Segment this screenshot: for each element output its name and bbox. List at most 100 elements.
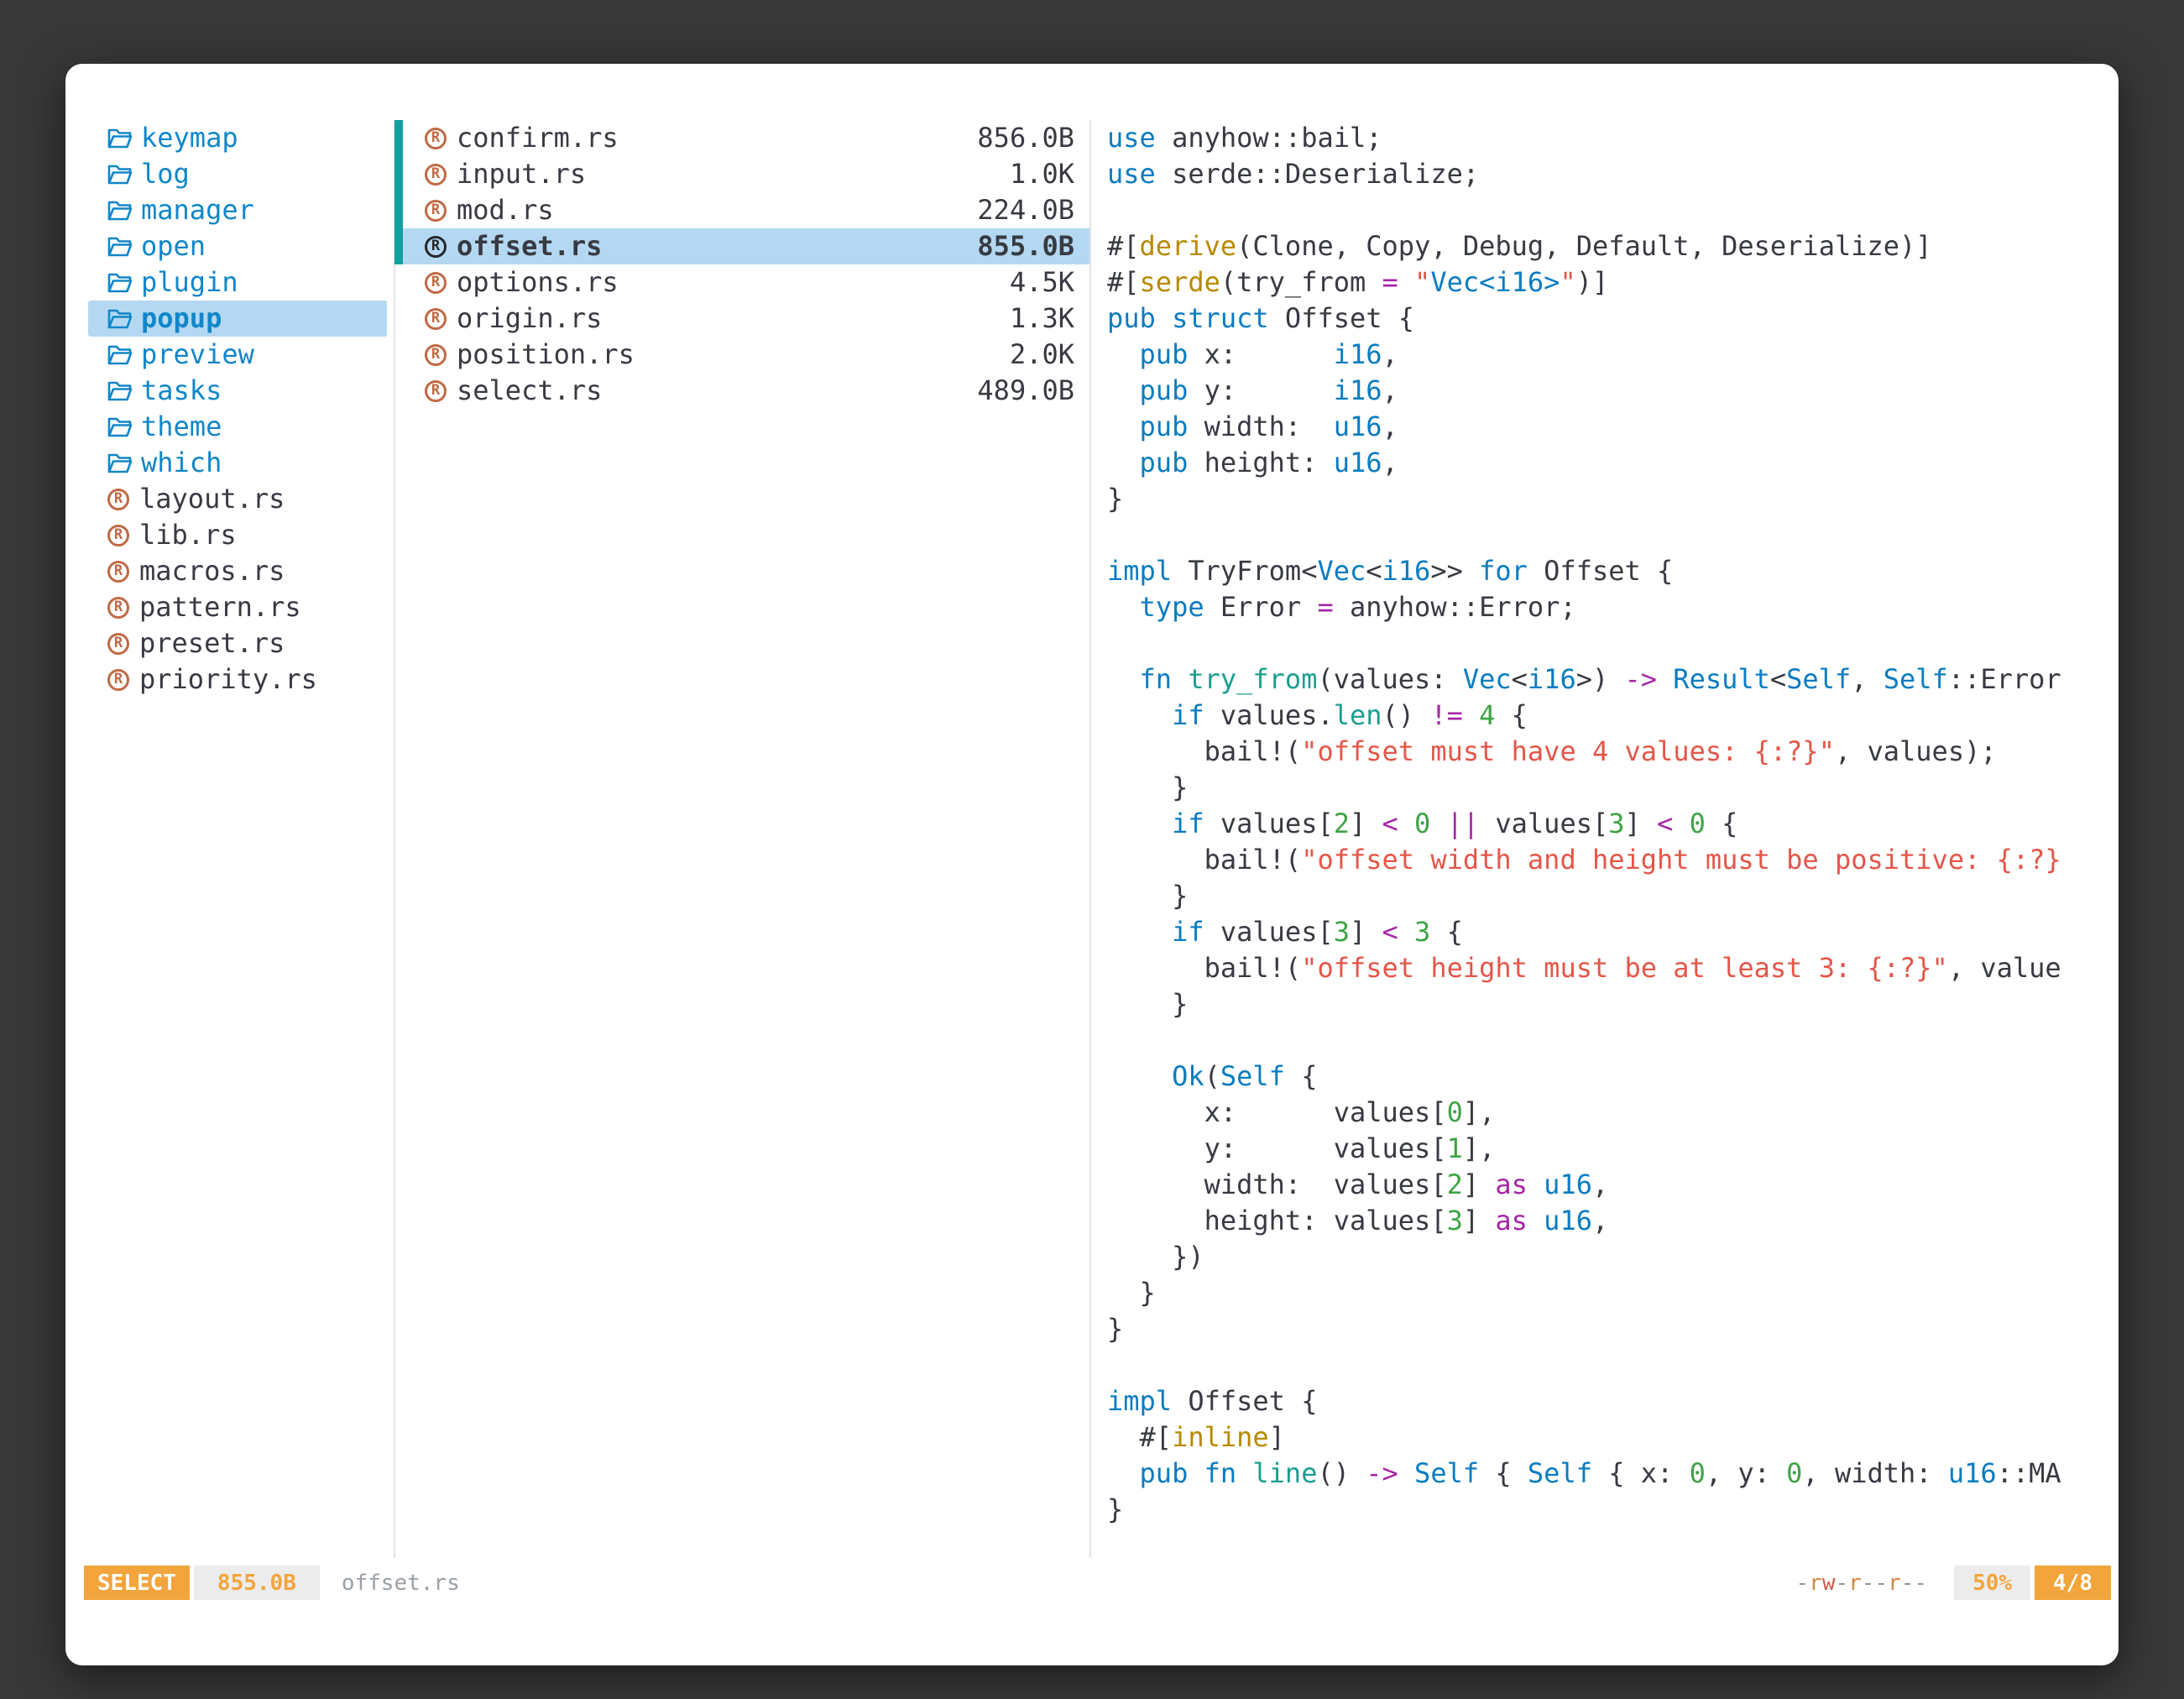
file-name: select.rs xyxy=(457,373,602,409)
selected-file-size-badge: 855.0B xyxy=(194,1566,320,1600)
file-size: 4.5K xyxy=(1010,264,1074,301)
file-item-offset.rs[interactable]: Roffset.rs855.0B xyxy=(394,228,1090,264)
file-item-confirm.rs[interactable]: Rconfirm.rs 856.0B xyxy=(394,120,1090,156)
rust-file-icon: R xyxy=(425,272,447,294)
dir-item-keymap[interactable]: keymap xyxy=(65,120,394,156)
rust-file-icon: R xyxy=(425,344,447,366)
item-label: pattern.rs xyxy=(139,589,301,625)
rust-file-icon: R xyxy=(107,597,129,619)
file-item-macros.rs[interactable]: Rmacros.rs xyxy=(65,553,394,589)
rust-file-icon: R xyxy=(425,308,447,330)
mode-badge: SELECT xyxy=(84,1566,190,1600)
file-size: 856.0B xyxy=(977,120,1074,156)
status-bar: SELECT 855.0B offset.rs -rw-r--r-- 50% 4… xyxy=(65,1566,2119,1600)
file-name: options.rs xyxy=(457,264,619,301)
code-line: width: values[2] as u16, xyxy=(1107,1167,2119,1203)
item-label: lib.rs xyxy=(139,517,237,553)
folder-icon xyxy=(107,128,133,149)
file-item-pattern.rs[interactable]: Rpattern.rs xyxy=(65,589,394,625)
file-item-lib.rs[interactable]: Rlib.rs xyxy=(65,517,394,553)
file-item-origin.rs[interactable]: Rorigin.rs1.3K xyxy=(394,301,1090,337)
folder-icon xyxy=(107,236,133,258)
dir-item-theme[interactable]: theme xyxy=(65,409,394,445)
code-line: bail!("offset height must be at least 3:… xyxy=(1107,950,2119,986)
code-line: bail!("offset must have 4 values: {:?}",… xyxy=(1107,734,2119,770)
item-label: plugin xyxy=(141,264,238,301)
status-bar-right: -rw-r--r-- 50% 4/8 xyxy=(1796,1566,2112,1600)
dir-item-open[interactable]: open xyxy=(65,228,394,264)
dir-item-log[interactable]: log xyxy=(65,156,394,192)
file-item-priority.rs[interactable]: Rpriority.rs xyxy=(65,661,394,698)
folder-icon xyxy=(107,416,133,438)
rust-file-icon: R xyxy=(425,380,447,402)
item-label: keymap xyxy=(141,120,238,156)
code-line: x: values[0], xyxy=(1107,1095,2119,1131)
code-line: pub y: i16, xyxy=(1107,373,2119,409)
folder-icon xyxy=(107,380,133,402)
file-item-input.rs[interactable]: Rinput.rs1.0K xyxy=(394,156,1090,192)
code-line: pub struct Offset { xyxy=(1107,301,2119,337)
file-name: position.rs xyxy=(457,337,635,373)
selection-marker xyxy=(394,192,403,228)
code-line: height: values[3] as u16, xyxy=(1107,1203,2119,1239)
dir-item-tasks[interactable]: tasks xyxy=(65,373,394,409)
item-label: which xyxy=(141,445,222,481)
code-line: #[derive(Clone, Copy, Debug, Default, De… xyxy=(1107,228,2119,264)
item-label: priority.rs xyxy=(139,661,317,698)
rust-file-icon: R xyxy=(425,128,447,149)
code-line xyxy=(1107,192,2119,228)
code-line: Ok(Self { xyxy=(1107,1059,2119,1095)
folder-icon xyxy=(107,200,133,222)
current-directory-pane: Rconfirm.rs 856.0BRinput.rs1.0KRmod.rs224… xyxy=(394,120,1090,409)
dir-item-plugin[interactable]: plugin xyxy=(65,264,394,301)
rust-file-icon: R xyxy=(425,164,447,186)
code-line: pub x: i16, xyxy=(1107,337,2119,373)
file-name: confirm.rs xyxy=(457,120,619,156)
item-label: preset.rs xyxy=(139,625,285,661)
dir-item-manager[interactable]: manager xyxy=(65,192,394,228)
file-item-options.rs[interactable]: Roptions.rs 4.5K xyxy=(394,264,1090,301)
file-name: input.rs xyxy=(457,156,586,192)
code-line: if values[2] < 0 || values[3] < 0 { xyxy=(1107,806,2119,842)
file-item-mod.rs[interactable]: Rmod.rs224.0B xyxy=(394,192,1090,228)
folder-icon xyxy=(107,308,133,330)
file-name: origin.rs xyxy=(457,301,602,337)
cursor-position-badge: 4/8 xyxy=(2035,1566,2111,1600)
file-name: mod.rs xyxy=(457,192,554,228)
dir-item-preview[interactable]: preview xyxy=(65,337,394,373)
item-label: log xyxy=(141,156,190,192)
selection-marker xyxy=(394,120,403,156)
code-line: if values[3] < 3 { xyxy=(1107,914,2119,950)
rust-file-icon: R xyxy=(107,669,129,691)
file-item-select.rs[interactable]: Rselect.rs 489.0B xyxy=(394,373,1090,409)
item-label: macros.rs xyxy=(139,553,285,589)
dir-item-which[interactable]: which xyxy=(65,445,394,481)
code-line: bail!("offset width and height must be p… xyxy=(1107,842,2119,878)
file-size: 489.0B xyxy=(977,373,1074,409)
code-line: } xyxy=(1107,986,2119,1022)
selection-marker xyxy=(394,228,403,264)
file-preview-pane: use anyhow::bail;use serde::Deserialize;… xyxy=(1090,120,2119,1558)
file-manager-window: keymaplogmanageropenpluginpopuppreviewta… xyxy=(65,64,2119,1665)
file-item-layout.rs[interactable]: Rlayout.rs xyxy=(65,481,394,517)
rust-file-icon: R xyxy=(107,489,129,510)
item-label: preview xyxy=(141,337,254,373)
dir-item-popup[interactable]: popup xyxy=(88,301,387,337)
rust-file-icon: R xyxy=(107,561,129,583)
file-size: 2.0K xyxy=(1010,337,1074,373)
hovered-file-name: offset.rs xyxy=(342,1571,460,1596)
file-name: offset.rs xyxy=(457,228,602,264)
rust-file-icon: R xyxy=(107,525,129,546)
code-line: } xyxy=(1107,1492,2119,1528)
file-item-position.rs[interactable]: Rposition.rs 2.0K xyxy=(394,337,1090,373)
code-line: } xyxy=(1107,1311,2119,1347)
file-item-preset.rs[interactable]: Rpreset.rs xyxy=(65,625,394,661)
code-line: if values.len() != 4 { xyxy=(1107,698,2119,734)
rust-file-icon: R xyxy=(425,236,447,258)
code-line: } xyxy=(1107,878,2119,914)
folder-icon xyxy=(107,452,133,474)
rust-file-icon: R xyxy=(107,633,129,655)
code-line: #[inline] xyxy=(1107,1419,2119,1456)
code-line xyxy=(1107,517,2119,553)
code-line: pub fn line() -> Self { Self { x: 0, y: … xyxy=(1107,1456,2119,1492)
